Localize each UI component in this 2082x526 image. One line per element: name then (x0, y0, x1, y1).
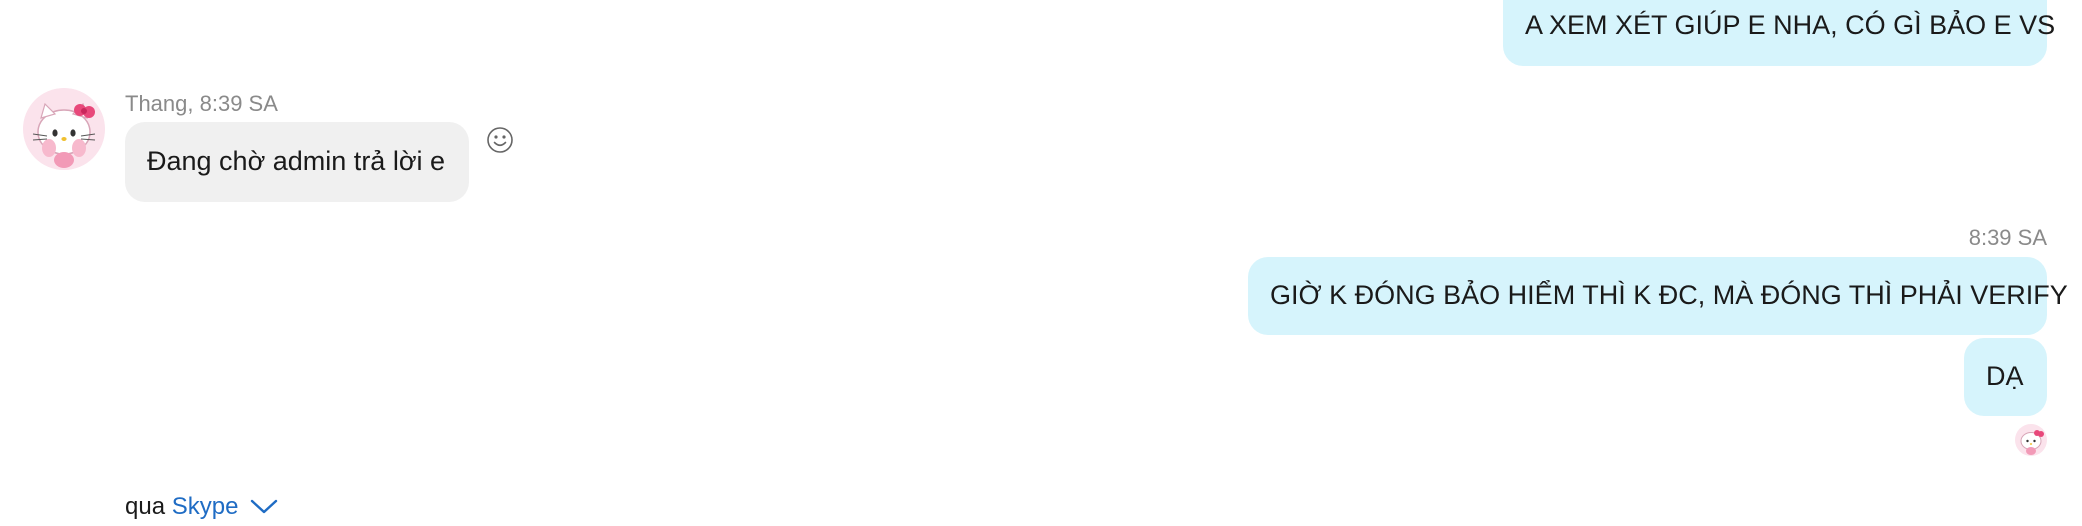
outgoing-message[interactable]: DẠ (1964, 338, 2047, 416)
message-text: DẠ (1986, 361, 2024, 391)
smiley-face-icon (487, 127, 513, 153)
message-text: Đang chờ admin trả lời e (147, 146, 446, 176)
source-dropdown-toggle[interactable] (249, 494, 279, 522)
chevron-down-icon (250, 499, 278, 513)
message-sender-time: Thang, 8:39 SA (125, 91, 278, 116)
hello-kitty-avatar-icon (23, 88, 105, 170)
message-text: A XEM XÉT GIÚP E NHA, CÓ GÌ BẢO E VS (1525, 10, 2056, 40)
outgoing-message[interactable]: A XEM XÉT GIÚP E NHA, CÓ GÌ BẢO E VS (1503, 0, 2055, 66)
outgoing-message[interactable]: GIỜ K ĐÓNG BẢO HIỂM THÌ K ĐC, MÀ ĐÓNG TH… (1248, 257, 2068, 335)
message-text: GIỜ K ĐÓNG BẢO HIỂM THÌ K ĐC, MÀ ĐÓNG TH… (1270, 280, 2068, 310)
contact-avatar[interactable] (23, 88, 105, 170)
via-label: qua (125, 493, 166, 520)
chat-conversation: A XEM XÉT GIÚP E NHA, CÓ GÌ BẢO E VS Tha… (0, 0, 2082, 526)
message-time: 8:39 SA (1968, 225, 2047, 250)
incoming-message[interactable]: Đang chờ admin trả lời e (125, 122, 469, 202)
hello-kitty-seen-icon (2015, 424, 2047, 456)
skype-link[interactable]: Skype (172, 493, 239, 520)
seen-indicator-avatar (2015, 424, 2047, 456)
add-reaction-button[interactable] (486, 126, 514, 154)
message-source-footer: qua Skype (125, 493, 279, 522)
